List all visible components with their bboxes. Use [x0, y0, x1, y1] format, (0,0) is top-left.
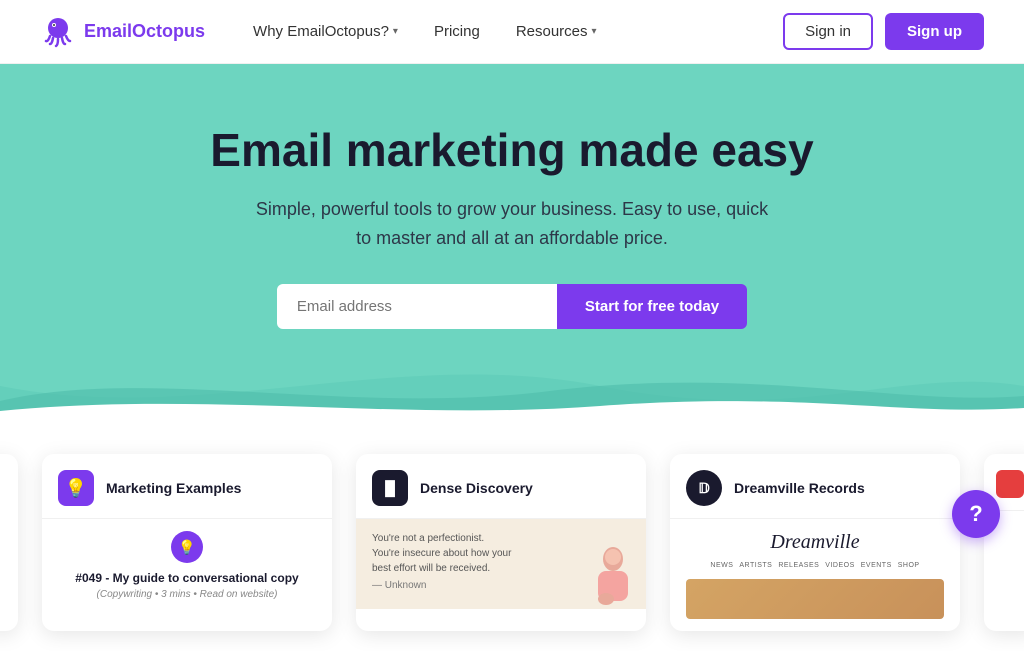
email-input[interactable]: [277, 284, 557, 329]
hero-subheadline: Simple, powerful tools to grow your busi…: [252, 195, 772, 253]
navbar: EmailOctopus Why EmailOctopus? ▾ Pricing…: [0, 0, 1024, 64]
brand-logo[interactable]: EmailOctopus: [40, 14, 205, 50]
nav-resources[interactable]: Resources ▾: [500, 15, 613, 48]
octopus-icon: [40, 14, 76, 50]
card-partial-right: [984, 454, 1024, 631]
hero-wave: [0, 346, 1024, 424]
card-title: Dense Discovery: [420, 480, 533, 496]
card-dreamville: 𝔻 Dreamville Records Dreamville NEWS ART…: [670, 454, 960, 631]
card-header: ▐▌ Dense Discovery: [356, 454, 646, 519]
cards-section: 💡 Marketing Examples 💡 #049 - My guide t…: [0, 424, 1024, 651]
card-header: 💡 Marketing Examples: [42, 454, 332, 519]
card-dreamville-body: Dreamville NEWS ARTISTS RELEASES VIDEOS …: [670, 519, 960, 631]
card-quote-area: You're not a perfectionist. You're insec…: [356, 519, 646, 609]
card-quote-text: You're not a perfectionist. You're insec…: [372, 531, 512, 576]
dreamville-image-placeholder: [686, 579, 944, 619]
help-button[interactable]: ?: [952, 490, 1000, 538]
card-marketing-examples: 💡 Marketing Examples 💡 #049 - My guide t…: [42, 454, 332, 631]
hero-headline: Email marketing made easy: [20, 124, 1004, 177]
marketing-icon: 💡: [58, 470, 94, 506]
card-dense-discovery: ▐▌ Dense Discovery You're not a perfecti…: [356, 454, 646, 631]
nav-why-emailoctopus[interactable]: Why EmailOctopus? ▾: [237, 15, 414, 48]
dreamville-icon: 𝔻: [686, 470, 722, 506]
card-sub-icon: 💡: [171, 531, 203, 563]
card-article-title: #049 - My guide to conversational copy: [58, 571, 316, 585]
brand-name: EmailOctopus: [84, 21, 205, 42]
dense-discovery-icon: ▐▌: [372, 470, 408, 506]
card-partial-left: [0, 454, 18, 631]
cta-button[interactable]: Start for free today: [557, 284, 747, 329]
dreamville-nav: NEWS ARTISTS RELEASES VIDEOS EVENTS SHOP: [686, 562, 944, 569]
partial-card-icon: [996, 470, 1024, 498]
card-illustration: [578, 539, 638, 609]
card-header: 𝔻 Dreamville Records: [670, 454, 960, 519]
card-title: Dreamville Records: [734, 480, 865, 496]
chevron-down-icon: ▾: [592, 26, 597, 37]
nav-links: Why EmailOctopus? ▾ Pricing Resources ▾: [237, 15, 783, 48]
card-title: Marketing Examples: [106, 480, 241, 496]
nav-pricing[interactable]: Pricing: [418, 15, 496, 48]
signup-button[interactable]: Sign up: [885, 13, 984, 50]
signin-button[interactable]: Sign in: [783, 13, 873, 50]
dreamville-logo: Dreamville: [686, 531, 944, 554]
nav-actions: Sign in Sign up: [783, 13, 984, 50]
card-body: 💡 #049 - My guide to conversational copy…: [42, 519, 332, 612]
chevron-down-icon: ▾: [393, 26, 398, 37]
card-article-meta: (Copywriting • 3 mins • Read on website): [58, 589, 316, 600]
hero-form: Start for free today: [20, 284, 1004, 329]
hero-section: Email marketing made easy Simple, powerf…: [0, 64, 1024, 424]
